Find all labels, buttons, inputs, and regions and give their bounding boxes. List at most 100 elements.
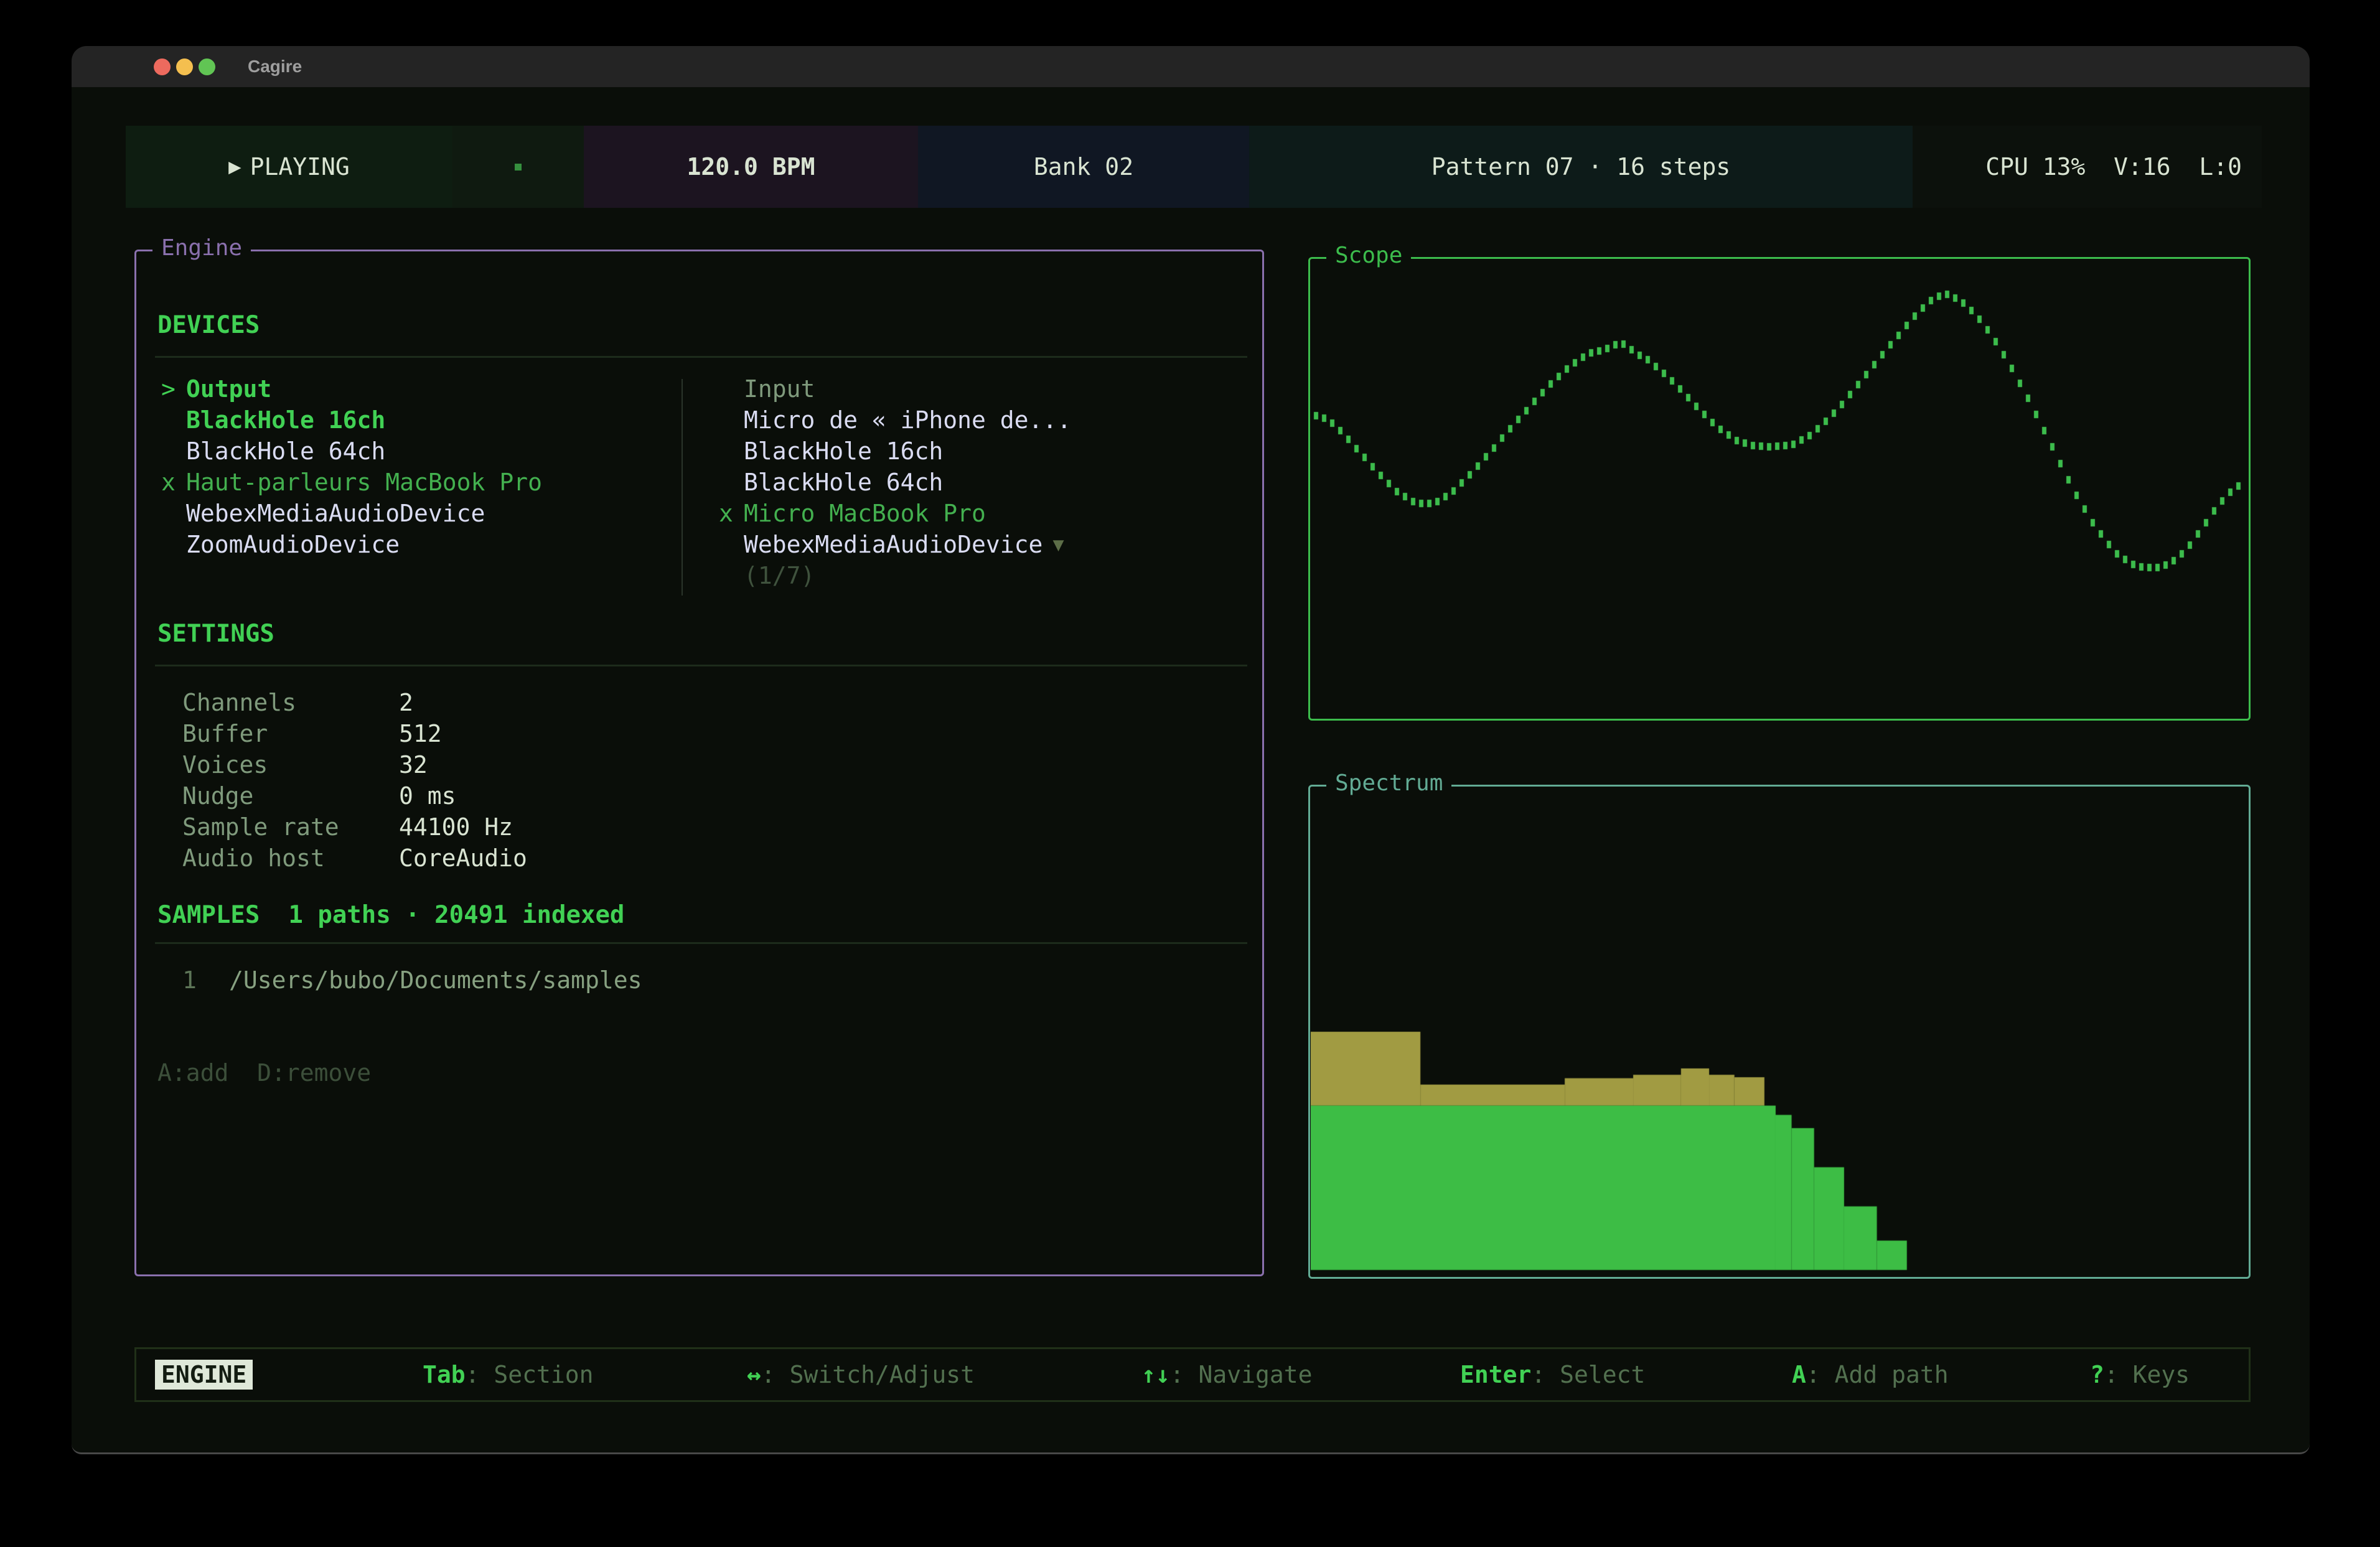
shortcut-key: A (1792, 1361, 1806, 1388)
input-device-list: Input Micro de « iPhone de... BlackHole … (719, 373, 1071, 591)
samples-meta: 1 paths · 20491 indexed (288, 901, 624, 929)
pattern-display: Pattern 07 · 16 steps (1249, 126, 1913, 208)
output-device-row[interactable]: ZoomAudioDevice (161, 529, 542, 560)
close-button[interactable] (154, 58, 171, 75)
setting-label: Voices (182, 751, 399, 778)
settings-row[interactable]: Sample rate44100 Hz (182, 811, 527, 843)
shortcut-key: ↑↓ (1141, 1361, 1170, 1388)
setting-value: 44100 Hz (399, 813, 513, 841)
shortcut-desc: : Select (1531, 1361, 1645, 1388)
device-marker (161, 437, 186, 465)
zoom-button[interactable] (199, 58, 215, 75)
scope-panel: Scope (1308, 257, 2251, 721)
app-window: Cagire ▶ PLAYING 120.0 BPM Bank 02 Patte… (72, 46, 2310, 1454)
input-device-row[interactable]: Micro de « iPhone de... (719, 404, 1071, 436)
setting-label: Channels (182, 689, 399, 716)
setting-value: 2 (399, 689, 413, 716)
input-device-label: BlackHole 16ch (744, 437, 943, 465)
activity-segment (452, 126, 584, 208)
shortcut-hint: ?: Keys (2090, 1361, 2190, 1388)
device-marker (719, 469, 744, 496)
input-header-row: Input (719, 373, 1071, 404)
input-device-label: Micro de « iPhone de... (744, 406, 1071, 434)
device-marker (719, 531, 744, 558)
settings-row[interactable]: Audio hostCoreAudio (182, 843, 527, 874)
settings-row[interactable]: Nudge0 ms (182, 780, 527, 811)
samples-title: SAMPLES (157, 901, 260, 929)
setting-value: 512 (399, 720, 442, 747)
input-device-row[interactable]: xMicro MacBook Pro (719, 498, 1071, 529)
device-marker (719, 437, 744, 465)
shortcut-key: Enter (1460, 1361, 1531, 1388)
settings-heading: SETTINGS (157, 620, 274, 648)
spectrum-panel: Spectrum (1308, 785, 2251, 1279)
mode-badge: ENGINE (155, 1360, 253, 1390)
titlebar: Cagire (72, 46, 2310, 87)
shortcut-key: ↔ (747, 1361, 761, 1388)
shortcut-desc: : Switch/Adjust (761, 1361, 975, 1388)
setting-value: 0 ms (399, 782, 456, 810)
shortcut-key: Tab (423, 1361, 466, 1388)
cursor-marker: > (161, 375, 186, 403)
settings-row[interactable]: Channels2 (182, 687, 527, 718)
samples-heading: SAMPLES 1 paths · 20491 indexed (157, 901, 624, 929)
devices-heading: DEVICES (157, 311, 260, 339)
shortcut-hint: ↔: Switch/Adjust (747, 1361, 975, 1388)
engine-panel-title: Engine (152, 235, 251, 261)
settings-row[interactable]: Buffer512 (182, 718, 527, 749)
transport-status: ▶ PLAYING (126, 126, 452, 208)
spectrum-bars (1311, 787, 2248, 1276)
device-marker (161, 500, 186, 527)
help-bar: ENGINE Tab: Section ↔: Switch/Adjust ↑↓: N… (134, 1347, 2251, 1402)
divider (155, 942, 1247, 944)
input-device-label: Micro MacBook Pro (744, 500, 986, 527)
play-icon: ▶ (228, 154, 241, 179)
input-header: Input (744, 375, 815, 403)
path-text: /Users/bubo/Documents/samples (229, 966, 642, 994)
divider (155, 665, 1247, 666)
shortcut-desc: : Section (466, 1361, 594, 1388)
window-title: Cagire (248, 57, 302, 77)
device-marker (161, 406, 186, 434)
shortcut-desc: : Add path (1806, 1361, 1949, 1388)
output-header: Output (186, 375, 271, 403)
column-separator (682, 379, 683, 596)
shortcut-key: ? (2090, 1361, 2104, 1388)
setting-value: 32 (399, 751, 428, 778)
input-device-row[interactable]: BlackHole 64ch (719, 467, 1071, 498)
setting-label: Buffer (182, 720, 399, 747)
settings-table: Channels2Buffer512Voices32Nudge0 msSampl… (182, 687, 527, 874)
output-device-label: BlackHole 64ch (186, 437, 385, 465)
settings-row[interactable]: Voices32 (182, 749, 527, 780)
bank-display: Bank 02 (918, 126, 1249, 208)
output-device-row[interactable]: WebexMediaAudioDevice (161, 498, 542, 529)
input-pager-row: (1/7) (719, 560, 1071, 591)
shortcut-desc: : Navigate (1170, 1361, 1313, 1388)
output-device-label: BlackHole 16ch (186, 406, 385, 434)
input-device-row[interactable]: BlackHole 16ch (719, 436, 1071, 467)
setting-label: Nudge (182, 782, 399, 810)
bpm-display: 120.0 BPM (584, 126, 918, 208)
samples-hint: A:add D:remove (157, 1059, 371, 1087)
sample-path-row[interactable]: 1/Users/bubo/Documents/samples (182, 965, 642, 996)
output-device-label: Haut-parleurs MacBook Pro (186, 469, 542, 496)
engine-panel: Engine DEVICES > Output BlackHole 16ch B… (134, 250, 1264, 1276)
shortcut-desc: : Keys (2104, 1361, 2190, 1388)
divider (155, 356, 1247, 358)
output-device-row[interactable]: BlackHole 16ch (161, 404, 542, 436)
active-device-marker: x (161, 469, 186, 496)
output-device-row[interactable]: xHaut-parleurs MacBook Pro (161, 467, 542, 498)
input-pager: (1/7) (744, 562, 815, 589)
minimize-button[interactable] (176, 58, 193, 75)
cpu-stats: CPU 13% V:16 L:0 (1913, 126, 2262, 208)
shortcut-hint: A: Add path (1792, 1361, 1949, 1388)
active-device-marker: x (719, 500, 744, 527)
sample-paths-list: 1/Users/bubo/Documents/samples (182, 965, 642, 996)
input-device-row[interactable]: WebexMediaAudioDevice▼ (719, 529, 1071, 560)
setting-label: Sample rate (182, 813, 399, 841)
shortcut-hint: ↑↓: Navigate (1141, 1361, 1313, 1388)
output-header-row: > Output (161, 373, 542, 404)
transport-label: PLAYING (250, 153, 350, 180)
shortcut-hint: Tab: Section (423, 1361, 594, 1388)
output-device-row[interactable]: BlackHole 64ch (161, 436, 542, 467)
